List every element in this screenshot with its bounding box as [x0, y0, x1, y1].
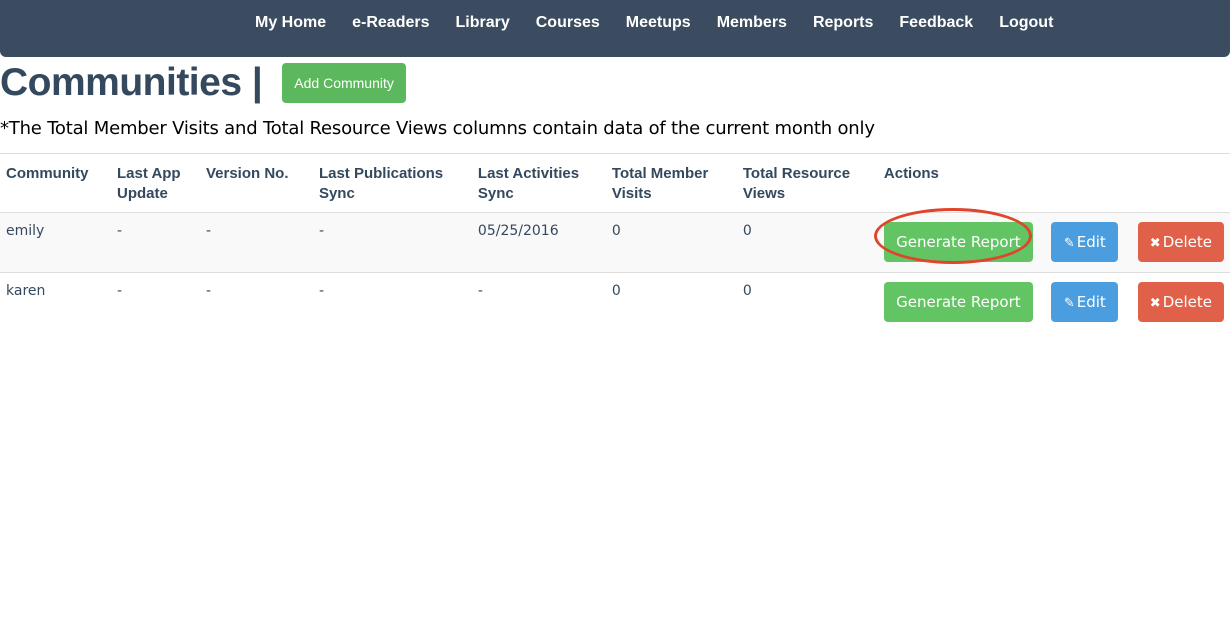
- cell-community: karen: [0, 272, 111, 332]
- pencil-icon: ✎: [1063, 236, 1075, 251]
- nav-menu: My Home e-Readers Library Courses Meetup…: [242, 0, 1066, 45]
- cell-last-publications-sync: -: [312, 272, 472, 332]
- nav-e-readers[interactable]: e-Readers: [339, 14, 442, 32]
- delete-button[interactable]: ✖ Delete: [1137, 222, 1224, 262]
- edit-label: Edit: [1076, 233, 1106, 251]
- header-last-app-update: Last App Update: [110, 153, 200, 213]
- cell-last-app-update: -: [110, 212, 200, 273]
- header-actions: Actions: [877, 153, 1230, 213]
- cell-total-resource-views: 0: [736, 212, 878, 273]
- table-header-row: Community Last App Update Version No. La…: [0, 153, 1230, 213]
- cell-last-app-update: -: [110, 272, 200, 332]
- page-title: Communities |: [0, 61, 263, 104]
- edit-button[interactable]: ✎ Edit: [1051, 222, 1119, 262]
- cell-actions: Generate Report ✎ Edit ✖ Delete: [877, 272, 1230, 332]
- header-last-publications-sync: Last Publications Sync: [312, 153, 472, 213]
- x-icon: ✖: [1149, 236, 1161, 251]
- header-total-resource-views: Total Resource Views: [736, 153, 878, 213]
- cell-last-activities-sync: 05/25/2016: [471, 212, 606, 273]
- cell-version: -: [199, 212, 313, 273]
- header-total-member-visits: Total Member Visits: [605, 153, 737, 213]
- delete-label: Delete: [1162, 293, 1212, 311]
- pencil-icon: ✎: [1063, 296, 1075, 311]
- cell-community: emily: [0, 212, 111, 273]
- nav-members[interactable]: Members: [704, 14, 800, 32]
- nav-logout[interactable]: Logout: [986, 14, 1066, 32]
- cell-last-activities-sync: -: [471, 272, 606, 332]
- delete-label: Delete: [1162, 233, 1212, 251]
- cell-total-member-visits: 0: [605, 272, 737, 332]
- communities-table: Community Last App Update Version No. La…: [0, 153, 1230, 332]
- generate-report-button[interactable]: Generate Report: [883, 282, 1033, 322]
- header-version: Version No.: [199, 153, 313, 213]
- current-month-note: *The Total Member Visits and Total Resou…: [0, 118, 875, 139]
- edit-button[interactable]: ✎ Edit: [1051, 282, 1119, 322]
- cell-last-publications-sync: -: [312, 212, 472, 273]
- title-row: Communities | Add Community: [0, 62, 406, 104]
- nav-reports[interactable]: Reports: [800, 14, 886, 32]
- cell-actions: Generate Report ✎ Edit ✖ Delete: [877, 212, 1230, 273]
- x-icon: ✖: [1149, 296, 1161, 311]
- header-last-activities-sync: Last Activities Sync: [471, 153, 606, 213]
- header-community: Community: [0, 153, 111, 213]
- nav-meetups[interactable]: Meetups: [613, 14, 704, 32]
- nav-library[interactable]: Library: [443, 14, 523, 32]
- generate-report-button[interactable]: Generate Report: [883, 222, 1033, 262]
- nav-courses[interactable]: Courses: [523, 14, 613, 32]
- table-row: emily - - - 05/25/2016 0 0 Generate Repo…: [0, 212, 1230, 273]
- cell-total-member-visits: 0: [605, 212, 737, 273]
- delete-button[interactable]: ✖ Delete: [1137, 282, 1224, 322]
- navbar: My Home e-Readers Library Courses Meetup…: [0, 0, 1230, 57]
- table-row: karen - - - - 0 0 Generate Report ✎ Edit …: [0, 272, 1230, 332]
- edit-label: Edit: [1076, 293, 1106, 311]
- cell-version: -: [199, 272, 313, 332]
- nav-my-home[interactable]: My Home: [242, 14, 339, 32]
- add-community-button[interactable]: Add Community: [282, 63, 406, 103]
- nav-feedback[interactable]: Feedback: [886, 14, 986, 32]
- cell-total-resource-views: 0: [736, 272, 878, 332]
